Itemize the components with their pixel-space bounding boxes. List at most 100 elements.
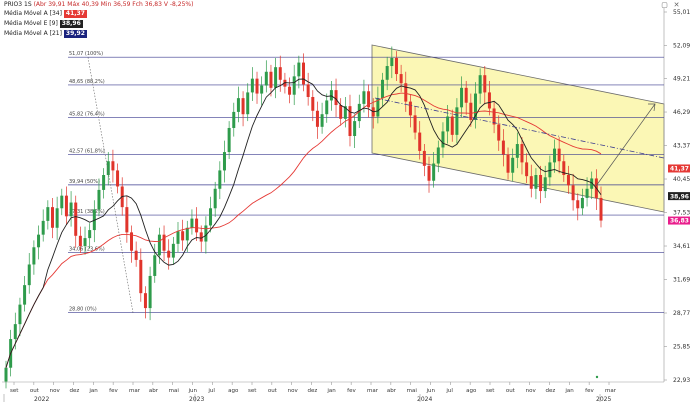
fib-level-label: 39,94 (50%) (69, 179, 100, 185)
ticker-label: PRIO3 1S (4, 1, 32, 8)
candle-body (153, 255, 157, 276)
fib-level-label: 48,65 (88,2%) (69, 79, 105, 85)
candle-body (446, 116, 450, 132)
x-month-label: abr (387, 388, 397, 394)
candle-body (329, 90, 333, 101)
candle-body (385, 66, 389, 80)
candle-body (427, 165, 431, 181)
candle-body (483, 75, 487, 93)
candle-body (64, 195, 68, 217)
candle-body (297, 62, 301, 77)
candle-body (320, 114, 324, 127)
candle-body (339, 105, 343, 119)
candle-body (69, 202, 73, 217)
candle-body (46, 207, 50, 221)
fib-level-label: 45,82 (76,4%) (69, 111, 105, 117)
candle-body (139, 259, 143, 294)
fib-level-label: 51,07 (100%) (69, 51, 103, 57)
candle-body (176, 231, 180, 244)
x-month-label: ago (228, 388, 239, 394)
candle-body (102, 175, 106, 190)
candle-body (353, 121, 357, 137)
x-month-label: nov (288, 388, 299, 394)
candle-body (213, 188, 217, 209)
candle-body (450, 116, 454, 135)
candle-body (246, 92, 250, 115)
candle-body (441, 131, 445, 148)
y-tick-label: 34,61 (673, 243, 690, 250)
x-month-label: out (268, 388, 278, 394)
candle-body (78, 235, 82, 247)
candle-body (4, 367, 8, 382)
x-month-label: abr (149, 388, 159, 394)
candle-body (469, 102, 473, 120)
candle-body (311, 97, 315, 111)
fib-level-label: 42,57 (61,8%) (69, 149, 105, 155)
x-month-label: mai (407, 388, 418, 394)
candle-body (497, 124, 501, 141)
candle-body (37, 234, 41, 248)
candle-body (571, 185, 575, 201)
ohlc-header: PRIO3 1S (Abr 39,91 Máx 40,39 Min 36,59 … (4, 1, 193, 8)
x-month-label: mar (367, 388, 379, 394)
candle-body (190, 218, 194, 228)
signal-dot (595, 375, 599, 379)
candle-body (111, 161, 115, 171)
legend-ma21-label: Média Móvel A [21] (4, 30, 62, 37)
candle-body (222, 152, 226, 171)
close-icon[interactable]: ✕ (673, 2, 680, 9)
candle-body (50, 207, 54, 228)
legend-ma21[interactable]: Média Móvel A [21] 39,92 (4, 30, 87, 38)
candle-body (269, 71, 273, 88)
candle-body (185, 227, 189, 241)
x-month-label: nov (526, 388, 537, 394)
candle-body (436, 147, 440, 164)
candle-body (408, 101, 412, 116)
y-tick-label: 46,29 (673, 109, 690, 116)
legend-ma21-value: 39,92 (63, 30, 87, 38)
candle-body (325, 100, 329, 115)
candle-body (506, 154, 510, 173)
candle-body (362, 91, 366, 104)
candle-body (227, 127, 231, 153)
price-label-text: 41,37 (670, 166, 689, 173)
x-year-label: 2024 (417, 396, 432, 402)
candle-body (134, 250, 138, 260)
legend-ema9[interactable]: Média Móvel E [9] 38,96 (4, 20, 83, 28)
candle-body (232, 111, 236, 128)
x-month-label: jan (326, 388, 336, 394)
candle-body (511, 157, 515, 173)
candle-body (557, 148, 561, 162)
candle-body (209, 208, 213, 226)
x-month-label: fev (109, 388, 118, 394)
restore-icon[interactable]: ▢ (661, 2, 668, 9)
candle-body (171, 243, 175, 258)
x-month-label: dez (546, 388, 556, 394)
candle-body (116, 170, 120, 187)
candle-body (525, 162, 529, 177)
candle-body (487, 92, 491, 109)
legend-ma34[interactable]: Média Móvel A [34] 41,37 (4, 10, 87, 18)
candle-body (455, 107, 459, 135)
candle-body (181, 231, 185, 241)
y-tick-label: 28,77 (673, 310, 690, 317)
x-month-label: ago (466, 388, 477, 394)
x-month-label: jul (445, 388, 453, 394)
candle-body (55, 208, 59, 228)
candle-body (125, 207, 129, 233)
y-tick-label: 37,53 (673, 210, 690, 217)
candle-body (195, 218, 199, 233)
candle-body (143, 293, 147, 309)
candle-body (274, 67, 278, 88)
x-month-label: mai (169, 388, 180, 394)
candle-body (534, 175, 538, 189)
candlestick-chart[interactable]: 55,01 52,09 49,21 46,29 43,37 40,45 37,53 34,61… (0, 0, 690, 402)
candle-body (543, 177, 547, 192)
legend-ma34-label: Média Móvel A [34] (4, 10, 62, 17)
candle-body (334, 90, 338, 106)
price-label-text: 36,83 (670, 218, 689, 225)
candle-body (260, 85, 264, 94)
candle-body (566, 175, 570, 186)
x-month-label: jun (188, 388, 198, 394)
candle-body (97, 189, 101, 210)
